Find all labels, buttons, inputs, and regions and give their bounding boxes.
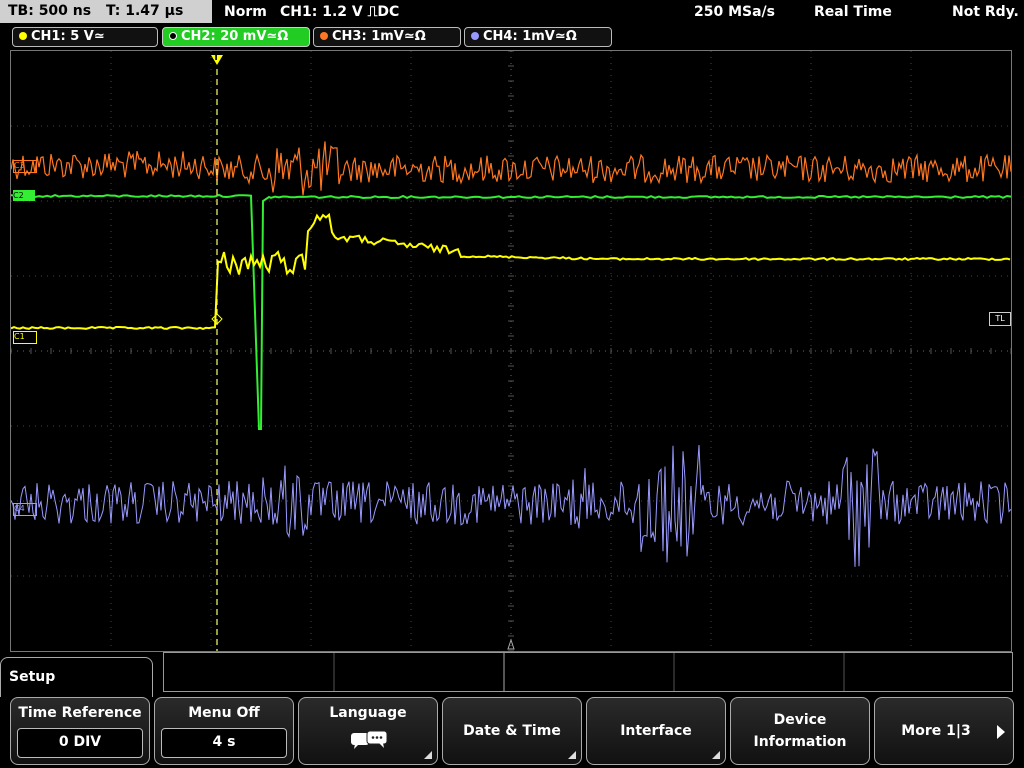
ch4-ref-marker[interactable]: C4 — [13, 503, 37, 516]
ch4-trace — [11, 444, 1011, 567]
date-time-label: Date & Time — [463, 723, 561, 739]
language-button[interactable]: Language — [298, 697, 438, 765]
menu-off-label: Menu Off — [188, 705, 260, 721]
acquisition-mode: Real Time — [814, 4, 892, 20]
trigger-pos-label: T — [213, 53, 220, 63]
center-marker-icon — [507, 638, 515, 650]
ch3-ref-marker[interactable]: C3 — [13, 160, 37, 173]
timebase-value: TB: 500 ns — [8, 3, 92, 19]
tab-ch1[interactable]: CH1: 5 V≃ — [12, 27, 158, 47]
ch1-ref-marker[interactable]: C1 — [13, 331, 37, 344]
trigger-level-marker[interactable]: TL — [989, 312, 1011, 326]
tab-ch2[interactable]: CH2: 20 mV≃Ω — [162, 27, 310, 47]
waveform-display[interactable]: C3 C2 C1 C4 TL T — [10, 50, 1012, 652]
device-info-line2: Information — [753, 734, 847, 750]
ch4-ref-label: C4 — [14, 504, 25, 513]
ch2-ref-label: C2 — [13, 191, 24, 200]
timebase-box[interactable]: TB: 500 ns T: 1.47 µs — [0, 0, 212, 23]
menu-off-value: 4 s — [161, 728, 287, 758]
trigger-info[interactable]: CH1: 1.2 V ⎍DC — [280, 0, 399, 24]
ch3-color-dot — [320, 32, 328, 40]
more-label: More 1|3 — [901, 723, 971, 739]
trigger-level-label: TL — [995, 314, 1005, 323]
time-reference-label: Time Reference — [18, 705, 142, 721]
ch2-label: CH2: 20 mV≃Ω — [181, 29, 289, 44]
menu-title-tab: Setup — [0, 657, 153, 697]
trigger-time-value: T: 1.47 µs — [105, 3, 184, 19]
ch1-color-dot — [19, 32, 27, 40]
time-reference-button[interactable]: Time Reference 0 DIV — [10, 697, 150, 765]
trigger-mode[interactable]: Norm — [224, 0, 267, 24]
ch3-label: CH3: 1mV≃Ω — [332, 29, 426, 44]
menu-title: Setup — [9, 669, 56, 685]
ch4-label: CH4: 1mV≃Ω — [483, 29, 577, 44]
ch1-ref-label: C1 — [14, 332, 25, 341]
info-strip — [163, 652, 1013, 692]
ch1-label: CH1: 5 V≃ — [31, 29, 105, 44]
status-bar: TB: 500 ns T: 1.47 µs Norm CH1: 1.2 V ⎍D… — [0, 0, 1024, 24]
tab-ch3[interactable]: CH3: 1mV≃Ω — [313, 27, 461, 47]
ch2-ref-marker[interactable]: C2 — [13, 190, 35, 201]
language-label: Language — [329, 705, 407, 721]
waveform-canvas — [11, 51, 1011, 651]
ch3-ref-label: C3 — [14, 161, 25, 170]
menu-off-button[interactable]: Menu Off 4 s — [154, 697, 294, 765]
graticule — [11, 51, 1011, 651]
more-button[interactable]: More 1|3 — [874, 697, 1014, 765]
speech-bubbles-icon — [351, 730, 388, 749]
submenu-corner-icon — [712, 751, 720, 759]
interface-button[interactable]: Interface — [586, 697, 726, 765]
time-reference-value: 0 DIV — [17, 728, 143, 758]
tab-ch4[interactable]: CH4: 1mV≃Ω — [464, 27, 612, 47]
device-info-line1: Device — [773, 712, 827, 728]
next-page-arrow-icon — [997, 725, 1005, 739]
ch2-color-dot — [169, 32, 177, 40]
ch3-trace — [11, 141, 1011, 196]
date-time-button[interactable]: Date & Time — [442, 697, 582, 765]
sample-rate: 250 MSa/s — [694, 4, 776, 20]
submenu-corner-icon — [424, 751, 432, 759]
device-information-button[interactable]: Device Information — [730, 697, 870, 765]
ch4-color-dot — [471, 32, 479, 40]
interface-label: Interface — [620, 723, 692, 739]
submenu-corner-icon — [568, 751, 576, 759]
trigger-status: Not Rdy. — [952, 4, 1019, 20]
info-strip-grid — [333, 653, 845, 691]
